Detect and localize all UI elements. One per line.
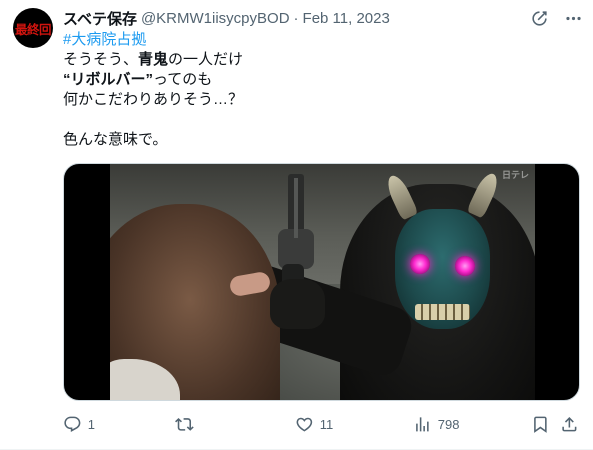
views-icon [413,415,432,434]
tweet-text-bold: “リボルバー” [63,71,154,88]
tweet-header: スベテ保存 @KRMW1iisycpyBOD · Feb 11, 2023 [63,8,390,28]
separator-dot: · [293,9,299,27]
tweet-date[interactable]: Feb 11, 2023 [303,10,390,27]
views-count: 798 [437,416,460,432]
retweet-button[interactable] [175,414,200,434]
views-button[interactable]: 798 [413,414,459,434]
share-button[interactable] [560,414,579,434]
tweet[interactable]: 最終回 スベテ保存 @KRMW1iisycpyBOD · Feb 11, 202… [0,0,593,450]
left-glowing-eye [410,254,430,274]
avatar[interactable]: 最終回 [13,8,53,48]
retweet-icon [175,415,194,434]
tweet-text-segment: の一人だけ [168,51,244,68]
right-glowing-eye [455,256,475,276]
top-icons [529,8,583,28]
reply-icon [63,415,82,434]
tweet-media[interactable]: 日テレ [63,163,580,401]
more-icon[interactable] [563,8,583,28]
gloved-hand [270,279,325,329]
like-count: 11 [319,416,334,432]
avatar-text: 最終回 [14,21,52,37]
share-icon [560,415,579,434]
tweet-text-segment: 何かこだわりありそう…？ [63,91,244,108]
hashtag-link[interactable]: #大病院占拠 [63,31,146,48]
tweet-text-segment: ってのも [153,71,213,88]
tweet-text-segment: そうそう、 [63,51,139,68]
tweet-text-bold: 青鬼 [138,51,169,68]
watermark: 日テレ [501,170,529,180]
like-button[interactable]: 11 [295,414,333,434]
reply-count: 1 [87,416,95,432]
bookmark-button[interactable] [531,414,550,434]
reply-button[interactable]: 1 [63,414,95,434]
tweet-text-segment: 色んな意味で。 [63,131,168,148]
action-bar: 1 11 798 [63,414,580,434]
user-handle[interactable]: @KRMW1iisycpyBOD [141,10,290,27]
tweet-text: #大病院占拠 そうそう、青鬼の一人だけ “リボルバー”ってのも 何かこだわりあり… [63,30,563,150]
bookmark-icon [531,415,550,434]
heart-icon [295,415,314,434]
media-image[interactable]: 日テレ [110,164,535,400]
display-name[interactable]: スベテ保存 [63,8,137,29]
mask-teeth [415,304,470,320]
grok-icon[interactable] [529,8,549,28]
